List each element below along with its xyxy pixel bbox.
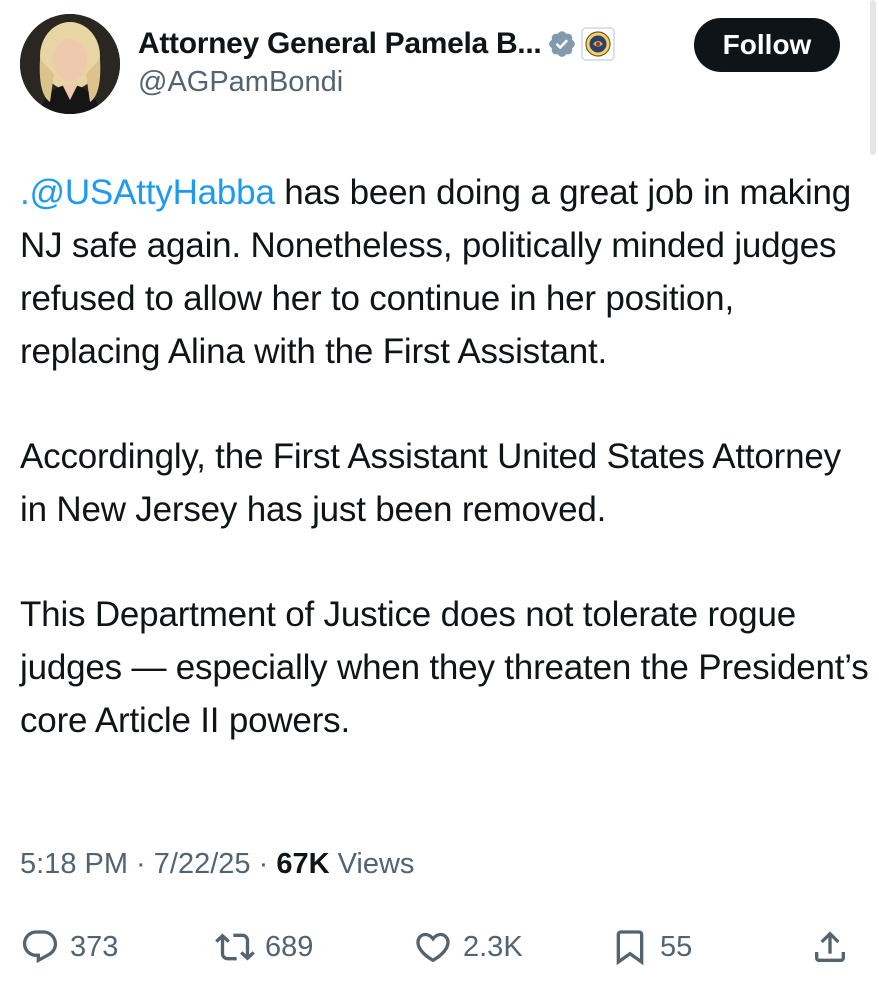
tweet-meta: 5:18 PM · 7/22/25 · 67K Views — [20, 848, 414, 881]
tweet-text: .@USAttyHabba has been doing a great job… — [20, 166, 870, 747]
reply-button[interactable]: 373 — [20, 922, 118, 972]
bookmark-count: 55 — [660, 930, 693, 963]
mention-link[interactable]: .@USAttyHabba — [20, 173, 275, 212]
tweet-paragraph-2: Accordingly, the First Assistant United … — [20, 437, 841, 529]
follow-button[interactable]: Follow — [694, 18, 840, 72]
repost-icon — [215, 933, 255, 961]
tweet-date[interactable]: 7/22/25 — [154, 848, 251, 880]
views-count: 67K — [276, 848, 330, 880]
like-button[interactable]: 2.3K — [413, 922, 523, 972]
user-handle[interactable]: @AGPamBondi — [138, 66, 343, 99]
views-label: Views — [329, 848, 415, 880]
avatar[interactable] — [20, 14, 120, 114]
tweet-paragraph-1: .@USAttyHabba has been doing a great job… — [20, 166, 870, 378]
verified-badge-icon[interactable] — [547, 29, 577, 59]
reply-icon — [22, 930, 58, 964]
like-count: 2.3K — [463, 930, 523, 963]
display-name[interactable]: Attorney General Pamela B... — [138, 27, 542, 61]
meta-separator: · — [250, 848, 277, 880]
repost-count: 689 — [265, 930, 314, 963]
meta-separator: · — [128, 848, 154, 880]
share-icon — [815, 931, 845, 962]
repost-button[interactable]: 689 — [215, 922, 313, 972]
tweet-paragraph-3: This Department of Justice does not tole… — [20, 595, 869, 740]
doj-seal-icon[interactable] — [581, 27, 616, 61]
action-bar: 373 689 2.3K 55 — [20, 922, 855, 972]
tweet-time[interactable]: 5:18 PM — [20, 848, 128, 880]
name-row: Attorney General Pamela B... — [138, 24, 616, 64]
bookmark-icon — [616, 930, 644, 966]
bookmark-button[interactable]: 55 — [610, 922, 692, 972]
share-button[interactable] — [810, 922, 850, 972]
scrollbar[interactable] — [870, 0, 876, 155]
tweet-header: Attorney General Pamela B... @AGPamBondi… — [20, 14, 860, 114]
heart-icon — [416, 932, 450, 963]
avatar-image — [20, 14, 120, 114]
reply-count: 373 — [70, 930, 119, 963]
